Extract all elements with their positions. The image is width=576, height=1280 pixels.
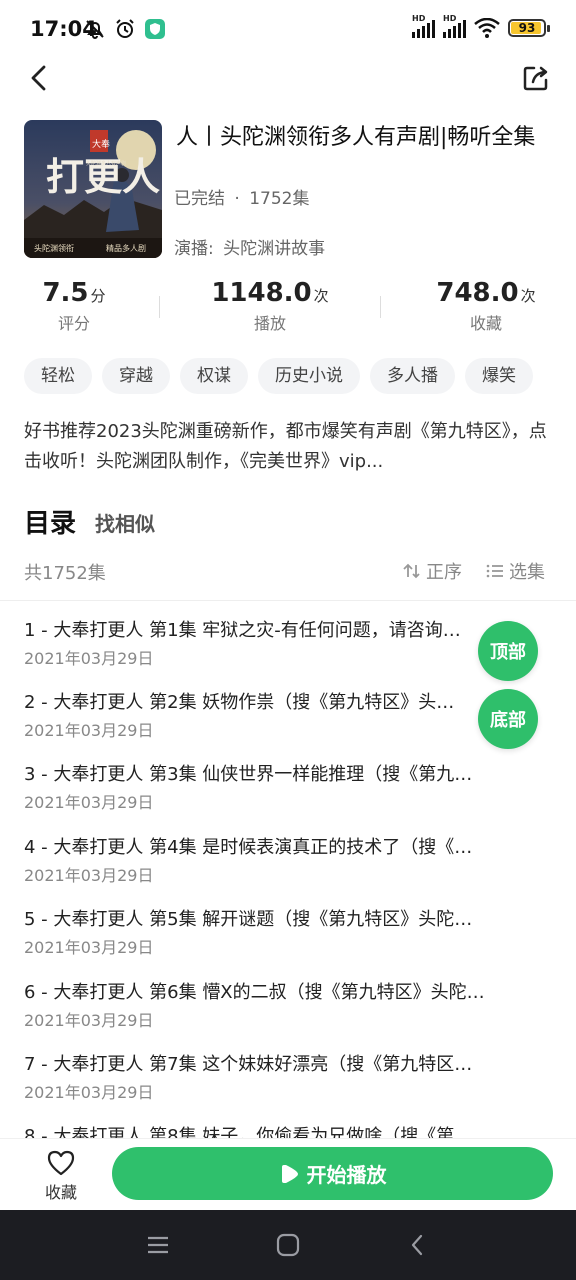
hd-signal-icon: HD [443, 14, 466, 38]
list-icon [486, 564, 503, 578]
select-episodes-button[interactable]: 选集 [485, 558, 545, 584]
episode-title: 7 - 大奉打更人 第7集 这个妹妹好漂亮（搜《第九特区… [24, 1054, 473, 1075]
cast-name[interactable]: 头陀渊讲故事 [223, 239, 325, 259]
stat-label: 评分 [57, 314, 90, 333]
share-icon[interactable] [520, 62, 552, 94]
episode-item[interactable]: 3 - 大奉打更人 第3集 仙侠世界一样能推理（搜《第九… 2021年03月29… [24, 760, 544, 816]
album-cast: 演播: 头陀渊讲故事 [174, 234, 325, 259]
cover-small-text: 头陀渊多人有声剧 [86, 160, 126, 167]
episode-title: 1 - 大奉打更人 第1集 牢狱之灾-有任何问题，请咨询… [24, 620, 461, 641]
tag-chip[interactable]: 多人播 [370, 358, 455, 394]
album-cover-art: 打更人 大奉 头陀渊多人有声剧 头陀渊领衔 精品多人剧 [24, 120, 162, 258]
meta-separator: · [234, 189, 240, 209]
play-icon [281, 1164, 298, 1183]
episode-title: 3 - 大奉打更人 第3集 仙侠世界一样能推理（搜《第九… [24, 764, 473, 785]
bottom-action-bar: 收藏 开始播放 [0, 1138, 576, 1210]
episode-item[interactable]: 5 - 大奉打更人 第5集 解开谜题（搜《第九特区》头陀… 2021年03月29… [24, 905, 544, 961]
episode-item[interactable]: 8 - 大奉打更人 第8集 妹子，你偷看为兄做啥（搜《第… [24, 1122, 544, 1138]
cover-bottom-right: 精品多人剧 [106, 243, 146, 253]
stat-unit: 次 [313, 287, 329, 305]
album-title: 人丨头陀渊领衔多人有声剧|畅听全集 [176, 125, 536, 150]
wifi-icon [474, 18, 500, 38]
episode-item[interactable]: 7 - 大奉打更人 第7集 这个妹妹好漂亮（搜《第九特区… 2021年03月29… [24, 1050, 544, 1106]
stat-value: 7.5 [42, 278, 89, 308]
stat-value: 748.0 [436, 278, 519, 308]
episode-title: 5 - 大奉打更人 第5集 解开谜题（搜《第九特区》头陀… [24, 909, 473, 930]
stat-plays: 1148.0 次 播放 [200, 278, 340, 334]
episode-date: 2021年03月29日 [24, 1083, 154, 1102]
tag-chip[interactable]: 爆笑 [465, 358, 533, 394]
stat-unit: 次 [520, 287, 536, 305]
heart-icon [47, 1150, 75, 1176]
select-label: 选集 [509, 562, 545, 583]
status-system-icons: HD HD 93 [412, 14, 550, 38]
episode-title: 4 - 大奉打更人 第4集 是时候表演真正的技术了（搜《… [24, 837, 473, 858]
catalog-tab[interactable]: 目录 [24, 503, 76, 540]
tag-chip[interactable]: 历史小说 [258, 358, 360, 394]
episode-item[interactable]: 6 - 大奉打更人 第6集 懵X的二叔（搜《第九特区》头陀… 2021年03月2… [24, 978, 544, 1034]
cover-seal-text: 大奉 [92, 138, 110, 150]
scroll-top-button[interactable]: 顶部 [478, 621, 538, 681]
sort-order-button[interactable]: 正序 [402, 558, 462, 584]
shield-app-icon [145, 19, 165, 39]
cast-label: 演播: [174, 239, 214, 259]
stat-value: 1148.0 [211, 278, 312, 308]
episode-item[interactable]: 2 - 大奉打更人 第2集 妖物作祟（搜《第九特区》头… 2021年03月29日 [24, 688, 544, 744]
tag-chip[interactable]: 权谋 [180, 358, 248, 394]
episode-list: 1 - 大奉打更人 第1集 牢狱之灾-有任何问题，请咨询… 2021年03月29… [0, 608, 576, 1138]
album-cover: 打更人 大奉 头陀渊多人有声剧 头陀渊领衔 精品多人剧 [24, 120, 162, 258]
cover-bottom-left: 头陀渊领衔 [34, 243, 74, 253]
stat-label: 播放 [253, 314, 286, 333]
episode-date: 2021年03月29日 [24, 1011, 154, 1030]
status-bar: 17:04 HD HD 93 [0, 0, 576, 60]
home-icon[interactable] [275, 1232, 301, 1258]
stat-rating: 7.5 分 评分 [30, 278, 118, 334]
play-label: 开始播放 [306, 1163, 387, 1187]
tag-list: 轻松 穿越 权谋 历史小说 多人播 爆笑 [24, 358, 552, 394]
album-episode-count: 1752集 [249, 189, 310, 209]
stat-unit: 分 [90, 287, 106, 305]
system-navigation-bar [0, 1210, 576, 1280]
stat-divider [159, 296, 160, 318]
back-icon[interactable] [405, 1232, 431, 1258]
menu-icon[interactable] [145, 1232, 171, 1258]
episode-date: 2021年03月29日 [24, 793, 154, 812]
episode-date: 2021年03月29日 [24, 649, 154, 668]
stat-label: 收藏 [469, 314, 502, 333]
stat-favorites: 748.0 次 收藏 [420, 278, 552, 334]
battery-level: 93 [518, 21, 536, 35]
divider [0, 600, 576, 601]
album-status: 已完结 [174, 189, 225, 209]
episode-date: 2021年03月29日 [24, 866, 154, 885]
find-similar-tab[interactable]: 找相似 [95, 508, 155, 537]
tag-chip[interactable]: 穿越 [102, 358, 170, 394]
favorite-label: 收藏 [44, 1183, 77, 1202]
alarm-icon [116, 19, 134, 38]
episode-title: 2 - 大奉打更人 第2集 妖物作祟（搜《第九特区》头… [24, 692, 455, 713]
mute-bell-icon [86, 20, 104, 39]
episode-title: 8 - 大奉打更人 第8集 妹子，你偷看为兄做啥（搜《第… [24, 1126, 473, 1138]
episode-total: 共1752集 [24, 563, 106, 584]
album-meta: 已完结 · 1752集 [174, 184, 309, 209]
episode-item[interactable]: 4 - 大奉打更人 第4集 是时候表演真正的技术了（搜《… 2021年03月29… [24, 833, 544, 889]
stat-divider [380, 296, 381, 318]
battery-icon: 93 [508, 19, 550, 37]
album-stats: 7.5 分 评分 1148.0 次 播放 748.0 次 收藏 [0, 278, 576, 338]
episode-title: 6 - 大奉打更人 第6集 懵X的二叔（搜《第九特区》头陀… [24, 982, 485, 1003]
album-description[interactable]: 好书推荐2023头陀渊重磅新作，都市爆笑有声剧《第九特区》，点击收听！头陀渊团队… [24, 417, 554, 477]
start-play-button[interactable]: 开始播放 [112, 1147, 553, 1200]
episode-item[interactable]: 1 - 大奉打更人 第1集 牢狱之灾-有任何问题，请咨询… 2021年03月29… [24, 616, 544, 672]
chevron-left-icon[interactable] [24, 62, 56, 94]
episode-date: 2021年03月29日 [24, 938, 154, 957]
episode-date: 2021年03月29日 [24, 721, 154, 740]
hd-signal-icon: HD [412, 14, 435, 38]
sort-label: 正序 [426, 562, 462, 583]
status-notification-icons [84, 18, 166, 40]
sort-icon [403, 563, 420, 579]
favorite-button[interactable]: 收藏 [40, 1147, 82, 1203]
tag-chip[interactable]: 轻松 [24, 358, 92, 394]
scroll-bottom-button[interactable]: 底部 [478, 689, 538, 749]
